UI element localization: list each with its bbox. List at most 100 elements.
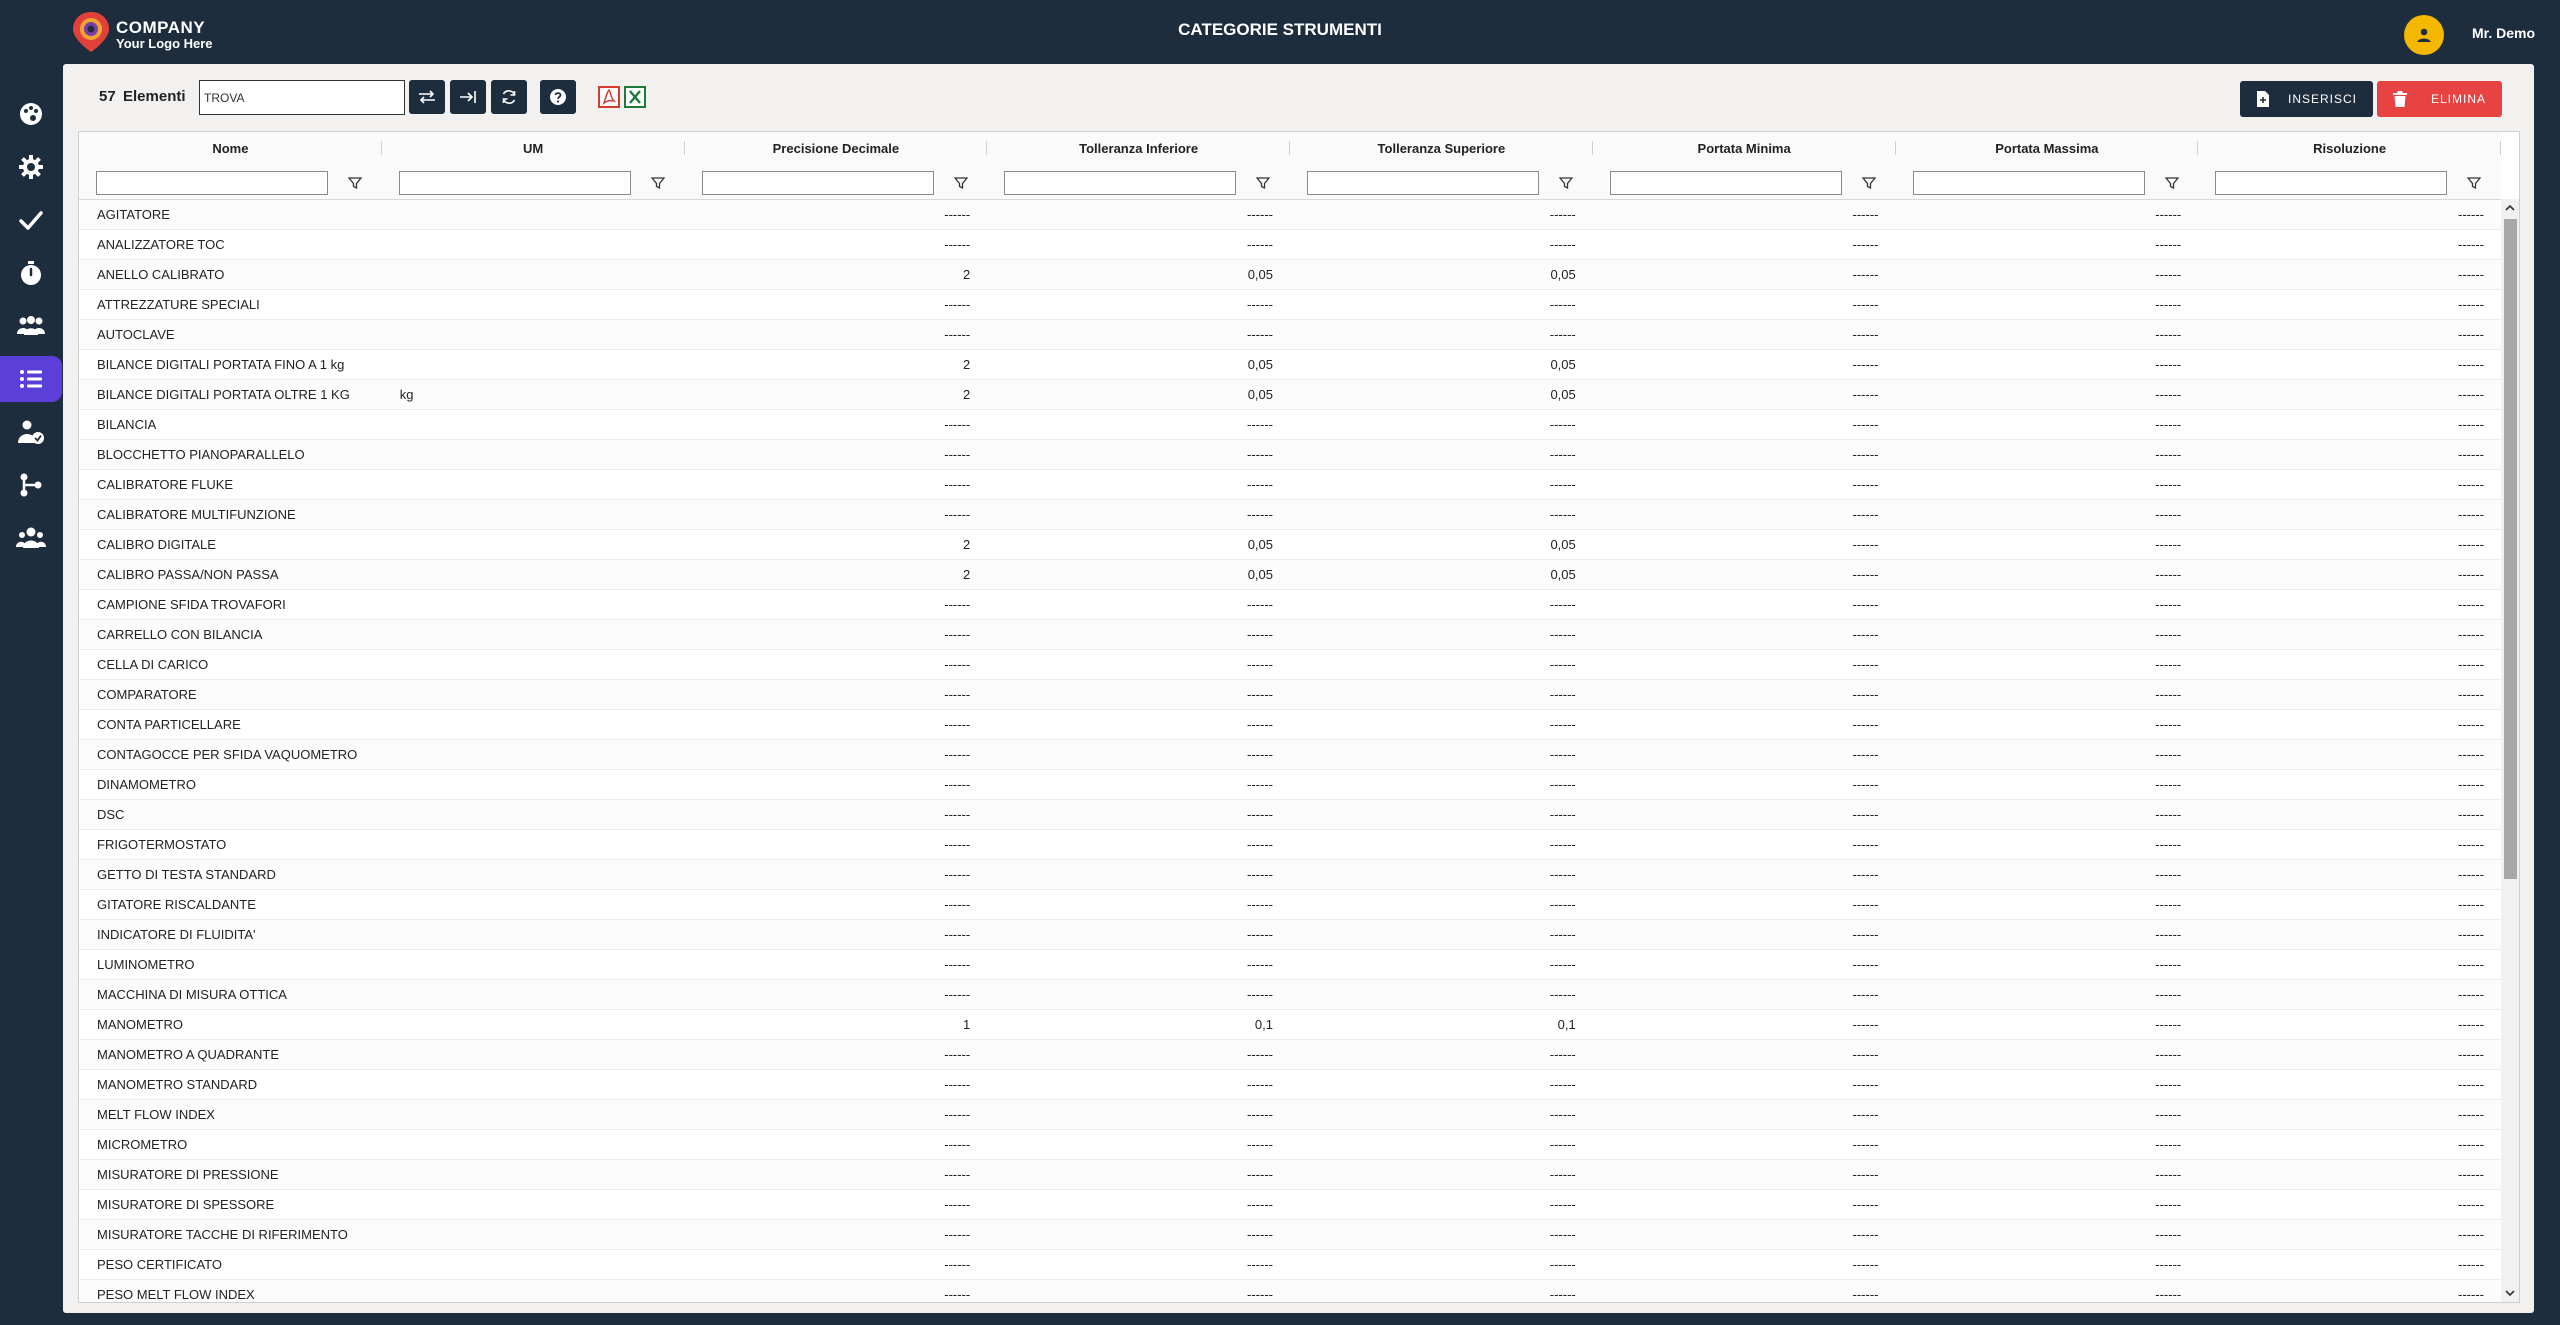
- table-row[interactable]: BLOCCHETTO PIANOPARALLELO ------ ------ ---…: [79, 440, 2501, 470]
- sidebar-item-dashboard[interactable]: [0, 91, 62, 137]
- column-header[interactable]: Tolleranza Inferiore: [987, 132, 1290, 165]
- table-row[interactable]: CARRELLO CON BILANCIA ------ ------ ------ -…: [79, 620, 2501, 650]
- insert-button[interactable]: INSERISCI: [2240, 81, 2373, 117]
- table-row[interactable]: CALIBRO PASSA/NON PASSA 2 0,05 0,05 ------ --…: [79, 560, 2501, 590]
- column-header[interactable]: Precisione Decimale: [685, 132, 988, 165]
- table-row[interactable]: MICROMETRO ------ ------ ------ ------ ------…: [79, 1130, 2501, 1160]
- table-row[interactable]: MANOMETRO 1 0,1 0,1 ------ ------ ------: [79, 1010, 2501, 1040]
- delete-button[interactable]: ELIMINA: [2377, 81, 2502, 117]
- table-row[interactable]: DSC ------ ------ ------ ------ ------ ------: [79, 800, 2501, 830]
- column-filter-input[interactable]: [1004, 171, 1237, 195]
- table-row[interactable]: AUTOCLAVE ------ ------ ------ ------ ------ -…: [79, 320, 2501, 350]
- column-header[interactable]: Portata Massima: [1896, 132, 2199, 165]
- table-cell: ------: [2155, 1107, 2182, 1122]
- column-header[interactable]: Tolleranza Superiore: [1290, 132, 1593, 165]
- filter-icon[interactable]: [953, 176, 968, 190]
- table-cell: [400, 620, 683, 650]
- column-filter-input[interactable]: [398, 171, 631, 195]
- column-header[interactable]: Risoluzione: [2198, 132, 2501, 165]
- sidebar-item-groups[interactable]: [0, 303, 62, 349]
- user-avatar[interactable]: [2404, 15, 2444, 55]
- table-cell: ------: [1852, 477, 1879, 492]
- go-to-end-button[interactable]: [450, 80, 486, 114]
- export-excel-icon[interactable]: [624, 86, 646, 108]
- filter-icon[interactable]: [1559, 176, 1573, 190]
- table-cell: ------: [1247, 207, 1273, 222]
- table-row[interactable]: MELT FLOW INDEX ------ ------ ------ ------ -…: [79, 1100, 2501, 1130]
- export-pdf-icon[interactable]: [598, 86, 620, 108]
- scrollbar-thumb[interactable]: [2504, 219, 2517, 879]
- table-row[interactable]: CALIBRATORE MULTIFUNZIONE ------ ------ ---…: [79, 500, 2501, 530]
- table-row[interactable]: CALIBRATORE FLUKE ------ ------ ------ -----…: [79, 470, 2501, 500]
- table-row[interactable]: MISURATORE TACCHE DI RIFERIMENTO ------ --…: [79, 1220, 2501, 1250]
- table-row[interactable]: PESO MELT FLOW INDEX ------ ------ ------ --…: [79, 1280, 2501, 1302]
- column-filter-input[interactable]: [2215, 171, 2448, 195]
- table-row[interactable]: MISURATORE DI PRESSIONE ------ ------ -----…: [79, 1160, 2501, 1190]
- sidebar-item-workflow[interactable]: [0, 462, 62, 508]
- sidebar-item-teams[interactable]: [0, 515, 62, 561]
- table-row[interactable]: BILANCIA ------ ------ ------ ------ ------ --…: [79, 410, 2501, 440]
- swap-button[interactable]: [409, 80, 445, 114]
- table-row[interactable]: INDICATORE DI FLUIDITA' ------ ------ -----…: [79, 920, 2501, 950]
- table-row[interactable]: LUMINOMETRO ------ ------ ------ ------ -----…: [79, 950, 2501, 980]
- user-name[interactable]: Mr. Demo: [2472, 25, 2535, 41]
- table-row[interactable]: MANOMETRO STANDARD ------ ------ ------ ----…: [79, 1070, 2501, 1100]
- table-row[interactable]: BILANCE DIGITALI PORTATA FINO A 1 kg 2 0,0…: [79, 350, 2501, 380]
- table-cell: ------: [2458, 507, 2484, 522]
- table-row[interactable]: DINAMOMETRO ------ ------ ------ ------ -----…: [79, 770, 2501, 800]
- table-row[interactable]: ATTREZZATURE SPECIALI ------ ------ ------ -…: [79, 290, 2501, 320]
- table-row[interactable]: GETTO DI TESTA STANDARD ------ ------ -----…: [79, 860, 2501, 890]
- palette-icon: [20, 103, 42, 125]
- table-row[interactable]: MISURATORE DI SPESSORE ------ ------ ------…: [79, 1190, 2501, 1220]
- filter-icon[interactable]: [1861, 176, 1876, 190]
- table-cell: MANOMETRO STANDARD: [97, 1077, 258, 1092]
- table-row[interactable]: MACCHINA DI MISURA OTTICA ------ ------ ---…: [79, 980, 2501, 1010]
- table-row[interactable]: CONTA PARTICELLARE ------ ------ ------ ----…: [79, 710, 2501, 740]
- table-row[interactable]: AGITATORE ------ ------ ------ ------ ------ -…: [79, 200, 2501, 230]
- table-row[interactable]: BILANCE DIGITALI PORTATA OLTRE 1 KG kg 2 0,…: [79, 380, 2501, 410]
- sidebar-item-categories[interactable]: [0, 356, 62, 402]
- sidebar-item-settings[interactable]: [0, 144, 62, 190]
- table-row[interactable]: ANELLO CALIBRATO 2 0,05 0,05 ------ ------ ---…: [79, 260, 2501, 290]
- table-row[interactable]: ANALIZZATORE TOC ------ ------ ------ ------…: [79, 230, 2501, 260]
- sidebar-item-user-check[interactable]: [0, 409, 62, 455]
- table-row[interactable]: CALIBRO DIGITALE 2 0,05 0,05 ------ ------ ---…: [79, 530, 2501, 560]
- scroll-down-icon[interactable]: [2504, 1287, 2516, 1299]
- table-cell: ------: [2458, 1197, 2484, 1212]
- table-row[interactable]: CAMPIONE SFIDA TROVAFORI ------ ------ ----…: [79, 590, 2501, 620]
- table-cell: ------: [1549, 1077, 1576, 1092]
- filter-icon[interactable]: [2164, 176, 2179, 190]
- column-filter-input[interactable]: [1609, 171, 1842, 195]
- table-cell: ------: [944, 597, 971, 612]
- table-cell: ------: [944, 867, 971, 882]
- table-row[interactable]: CELLA DI CARICO ------ ------ ------ ------ -…: [79, 650, 2501, 680]
- table-row[interactable]: COMPARATORE ------ ------ ------ ------ -----…: [79, 680, 2501, 710]
- filter-icon[interactable]: [650, 176, 665, 190]
- sidebar-item-approvals[interactable]: [0, 197, 62, 243]
- sidebar-item-timer[interactable]: [0, 250, 62, 296]
- table-row[interactable]: MANOMETRO A QUADRANTE ------ ------ ------ -…: [79, 1040, 2501, 1070]
- column-separator[interactable]: [2500, 141, 2501, 155]
- help-button[interactable]: [540, 80, 576, 114]
- table-row[interactable]: CONTAGOCCE PER SFIDA VAQUOMETRO ------ ---…: [79, 740, 2501, 770]
- filter-icon[interactable]: [348, 176, 362, 190]
- search-input[interactable]: [199, 80, 405, 115]
- column-filter-input[interactable]: [1912, 171, 2145, 195]
- table-cell: ------: [2155, 1017, 2182, 1032]
- column-header[interactable]: Nome: [79, 132, 382, 165]
- column-header[interactable]: UM: [382, 132, 685, 165]
- table-cell: DSC: [97, 807, 125, 822]
- column-filter-input[interactable]: [96, 171, 328, 195]
- table-row[interactable]: FRIGOTERMOSTATO ------ ------ ------ ------ -…: [79, 830, 2501, 860]
- column-filter-input[interactable]: [701, 171, 934, 195]
- column-filter-input[interactable]: [1307, 171, 1539, 195]
- table-row[interactable]: GITATORE RISCALDANTE ------ ------ ------ --…: [79, 890, 2501, 920]
- table-cell: ------: [2155, 747, 2182, 762]
- column-header[interactable]: Portata Minima: [1593, 132, 1896, 165]
- table-row[interactable]: PESO CERTIFICATO ------ ------ ------ ------…: [79, 1250, 2501, 1280]
- scroll-up-icon[interactable]: [2504, 202, 2516, 214]
- filter-icon[interactable]: [2467, 176, 2482, 190]
- vertical-scrollbar[interactable]: [2501, 199, 2519, 1302]
- refresh-button[interactable]: [491, 80, 527, 114]
- filter-icon[interactable]: [1256, 176, 1271, 190]
